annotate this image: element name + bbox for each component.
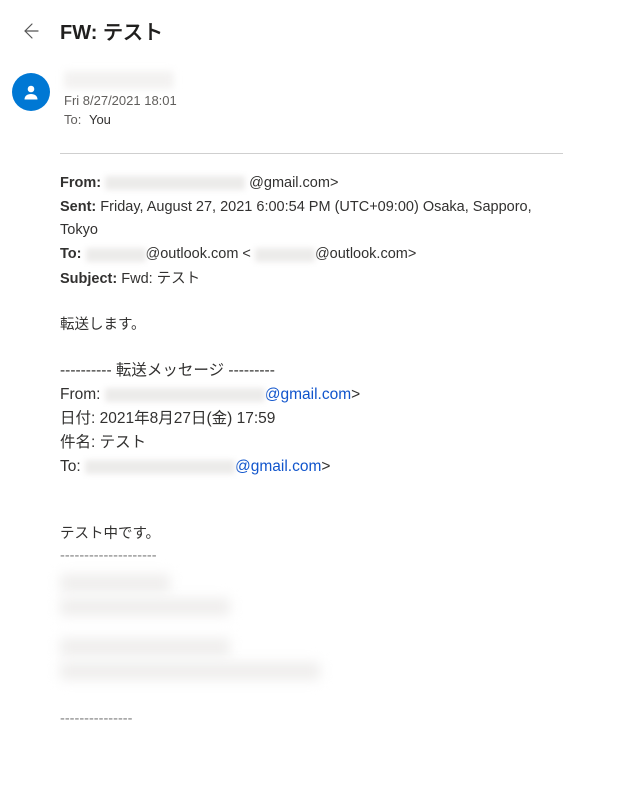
fwd-subject-value: テスト [100, 434, 147, 451]
outer-to-redacted1 [86, 248, 146, 262]
to-label: To: [64, 112, 81, 127]
fwd-from-redacted [105, 388, 265, 402]
fwd-to-suffix: > [321, 458, 330, 475]
outer-subject-value: Fwd: テスト [121, 271, 200, 287]
header-divider [60, 153, 563, 154]
fwd-to-domain-link[interactable]: @gmail.com [235, 458, 321, 475]
sig-redact-2 [60, 598, 230, 616]
body-test-line: テスト中です。 [60, 523, 563, 545]
outer-from-domain: @gmail.com> [249, 175, 338, 191]
to-line: To: You [64, 112, 595, 127]
sig-redact-3 [60, 638, 230, 656]
outer-sent-value: Friday, August 27, 2021 6:00:54 PM (UTC+… [60, 199, 532, 237]
sig-dash-1: -------------------- [60, 545, 563, 567]
email-body: From: @gmail.com> Sent: Friday, August 2… [0, 172, 623, 730]
forward-separator: ---------- 転送メッセージ --------- [60, 359, 563, 383]
email-subject: FW: テスト [60, 16, 163, 45]
body-line-forward: 転送します。 [60, 314, 563, 336]
sig-dash-2: --------------- [60, 708, 563, 730]
sig-redact-1 [60, 574, 170, 592]
fwd-to-redacted [85, 460, 235, 474]
outer-to-label: To: [60, 246, 81, 262]
outer-from-line: From: @gmail.com> [60, 172, 563, 194]
fwd-date-value: 2021年8月27日(金) 17:59 [100, 410, 276, 427]
email-timestamp: Fri 8/27/2021 18:01 [64, 93, 595, 108]
fwd-to-line: To: @gmail.com> [60, 455, 563, 479]
outer-sent-label: Sent: [60, 199, 96, 215]
outer-to-redacted2 [255, 248, 315, 262]
outer-to-domain1: @outlook.com < [146, 246, 251, 262]
back-button[interactable] [20, 21, 40, 41]
fwd-subject-label: 件名: [60, 434, 95, 451]
fwd-date-line: 日付: 2021年8月27日(金) 17:59 [60, 407, 563, 431]
fwd-subject-line: 件名: テスト [60, 431, 563, 455]
outer-to-line: To: @outlook.com < @outlook.com> [60, 243, 563, 265]
outer-from-label: From: [60, 175, 101, 191]
fwd-from-suffix: > [351, 386, 360, 403]
fwd-from-domain-link[interactable]: @gmail.com [265, 386, 351, 403]
sender-avatar [12, 73, 50, 111]
fwd-date-label: 日付: [60, 410, 95, 427]
fwd-from-label: From: [60, 386, 100, 403]
to-value: You [89, 112, 111, 127]
outer-subject-label: Subject: [60, 271, 117, 287]
sig-redact-4 [60, 662, 320, 680]
outer-from-redacted [105, 176, 245, 190]
sender-name-redacted [64, 71, 174, 89]
outer-to-domain2: @outlook.com> [315, 246, 416, 262]
person-icon [21, 82, 41, 102]
outer-sent-line: Sent: Friday, August 27, 2021 6:00:54 PM… [60, 196, 563, 241]
fwd-from-line: From: @gmail.com> [60, 383, 563, 407]
outer-subject-line: Subject: Fwd: テスト [60, 268, 563, 290]
fwd-to-label: To: [60, 458, 81, 475]
